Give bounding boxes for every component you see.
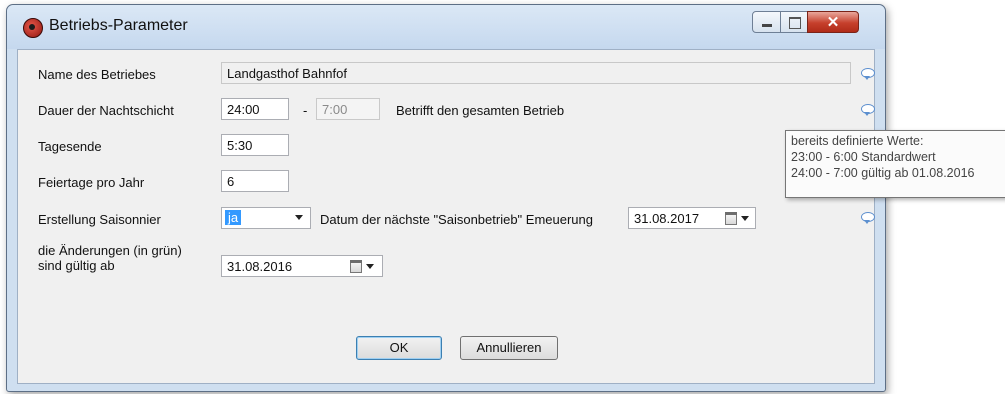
comment-icon[interactable] [861, 104, 875, 116]
renewal-date-value: 31.08.2017 [634, 211, 700, 226]
changes-label-line2: sind gültig ab [38, 258, 115, 273]
window-title: Betriebs-Parameter [49, 17, 188, 34]
app-icon[interactable] [23, 18, 43, 38]
nightshift-start-field[interactable]: 24:00 [221, 98, 289, 120]
renewal-date-label: Datum der nächste "Saisonbetrieb" Emeuer… [320, 212, 593, 227]
tooltip: bereits definierte Werte: 23:00 - 6:00 S… [785, 130, 1005, 198]
seasonal-label: Erstellung Saisonnier [38, 212, 161, 227]
seasonal-select-value: ja [225, 210, 242, 225]
close-button[interactable]: ✕ [807, 11, 859, 33]
business-name-field[interactable]: Landgasthof Bahnfof [221, 62, 851, 84]
maximize-button[interactable] [780, 11, 808, 33]
title-bar[interactable]: Betriebs-Parameter ✕ [7, 5, 885, 49]
close-icon: ✕ [826, 14, 840, 31]
dropdown-arrow-icon [295, 215, 303, 220]
dialog-window: Betriebs-Parameter ✕ Name des Betriebes … [6, 4, 886, 392]
maximize-icon [789, 17, 801, 29]
dayend-label: Tagesende [38, 139, 102, 154]
changes-label-line1: die Änderungen (in grün) [38, 243, 182, 258]
dropdown-arrow-icon [366, 264, 374, 269]
comment-icon[interactable] [861, 212, 875, 224]
dayend-field[interactable]: 5:30 [221, 134, 289, 156]
cancel-button[interactable]: Annullieren [460, 336, 558, 360]
nightshift-note: Betrifft den gesamten Betrieb [396, 103, 565, 118]
changes-valid-date-picker[interactable]: 31.08.2016 [221, 255, 383, 277]
nightshift-label: Dauer der Nachtschicht [38, 103, 174, 118]
comment-icon[interactable] [861, 68, 875, 80]
holidays-label: Feiertage pro Jahr [38, 175, 145, 190]
calendar-icon [725, 212, 737, 225]
changes-valid-date-value: 31.08.2016 [227, 259, 293, 274]
name-label: Name des Betriebes [38, 67, 156, 82]
dialog-body: Name des Betriebes Landgasthof Bahnfof D… [17, 49, 875, 384]
calendar-icon [350, 260, 362, 273]
nightshift-end-field[interactable]: 7:00 [316, 98, 380, 120]
seasonal-select[interactable]: ja [221, 207, 311, 229]
holidays-field[interactable]: 6 [221, 170, 289, 192]
tooltip-line: bereits definierte Werte: [791, 134, 924, 148]
dropdown-arrow-icon [741, 216, 749, 221]
ok-button[interactable]: OK [356, 336, 442, 360]
tooltip-line: 24:00 - 7:00 gültig ab 01.08.2016 [791, 166, 975, 180]
range-separator: - [303, 103, 308, 118]
renewal-date-picker[interactable]: 31.08.2017 [628, 207, 756, 229]
minimize-button[interactable] [752, 11, 781, 33]
minimize-icon [762, 24, 772, 27]
tooltip-line: 23:00 - 6:00 Standardwert [791, 150, 936, 164]
